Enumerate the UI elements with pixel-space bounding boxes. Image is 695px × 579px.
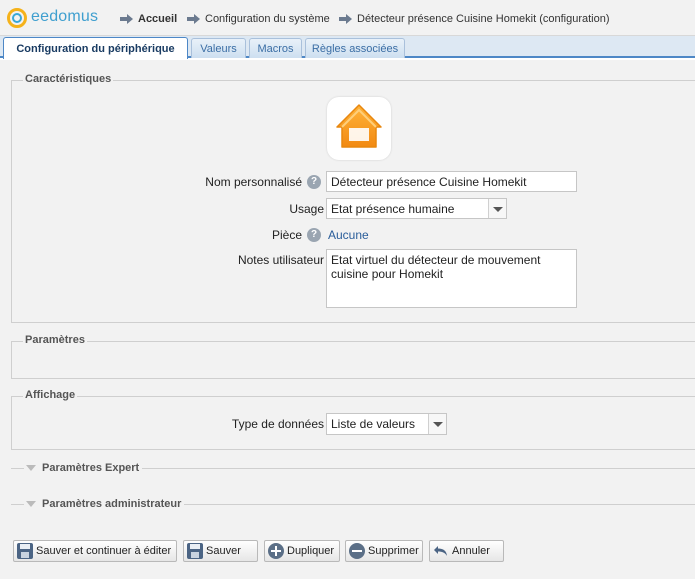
device-icon-tile <box>327 97 391 160</box>
tab-device-configuration[interactable]: Configuration du périphérique <box>3 37 188 59</box>
admin-parameters-toggle[interactable]: Paramètres administrateur <box>11 498 695 510</box>
top-header: eedomus Accueil Configuration du système… <box>0 0 695 36</box>
arrow-right-icon <box>339 14 353 24</box>
logo-text: eedomus <box>31 8 99 25</box>
duplicate-button[interactable]: Dupliquer <box>264 540 340 562</box>
breadcrumb-home[interactable]: Accueil <box>120 12 177 26</box>
undo-arrow-icon <box>433 543 449 559</box>
usage-label: Usage <box>289 202 324 216</box>
floppy-disk-icon <box>17 543 33 559</box>
name-label: Nom personnalisé <box>205 175 302 189</box>
data-type-selected-value: Liste de valeurs <box>331 417 416 431</box>
logo-ring-icon <box>7 8 27 28</box>
data-type-select[interactable]: Liste de valeurs <box>326 413 447 435</box>
cancel-button[interactable]: Annuler <box>429 540 504 562</box>
breadcrumb-system-config[interactable]: Configuration du système <box>187 12 330 26</box>
usage-select[interactable]: Etat présence humaine <box>326 198 507 219</box>
usage-selected-value: Etat présence humaine <box>331 202 455 216</box>
parameters-legend: Paramètres <box>23 334 87 346</box>
arrow-right-icon <box>120 14 134 24</box>
notes-textarea[interactable]: Etat virtuel du détecteur de mouvement c… <box>326 249 577 308</box>
eedomus-logo[interactable]: eedomus <box>7 7 99 29</box>
breadcrumb-device-config[interactable]: Détecteur présence Cuisine Homekit (conf… <box>339 12 610 26</box>
plus-circle-icon <box>268 543 284 559</box>
floppy-disk-icon <box>187 543 203 559</box>
room-label: Pièce <box>271 228 302 242</box>
expert-parameters-label: Paramètres Expert <box>42 462 140 474</box>
name-input[interactable]: Détecteur présence Cuisine Homekit <box>326 171 577 192</box>
delete-button[interactable]: Supprimer <box>345 540 423 562</box>
data-type-label: Type de données <box>231 417 324 431</box>
home-icon <box>336 104 382 148</box>
room-link[interactable]: Aucune <box>328 228 369 242</box>
minus-circle-icon <box>349 543 365 559</box>
chevron-down-icon <box>488 199 506 218</box>
tab-associated-rules[interactable]: Règles associées <box>305 38 405 58</box>
triangle-down-icon <box>26 501 36 507</box>
tab-macros[interactable]: Macros <box>249 38 302 58</box>
chevron-down-icon <box>428 414 446 434</box>
notes-label: Notes utilisateur <box>237 253 324 267</box>
save-button[interactable]: Sauver <box>183 540 258 562</box>
characteristics-legend: Caractéristiques <box>23 73 114 85</box>
display-legend: Affichage <box>23 389 78 401</box>
parameters-section: Paramètres <box>11 334 695 379</box>
help-icon[interactable]: ? <box>307 175 321 189</box>
help-icon[interactable]: ? <box>307 228 321 242</box>
tab-bar: Configuration du périphérique Valeurs Ma… <box>0 36 695 59</box>
expert-parameters-toggle[interactable]: Paramètres Expert <box>11 462 695 474</box>
arrow-right-icon <box>187 14 201 24</box>
save-continue-button[interactable]: Sauver et continuer à éditer <box>13 540 177 562</box>
admin-parameters-label: Paramètres administrateur <box>42 498 182 510</box>
triangle-down-icon <box>26 465 36 471</box>
tab-values[interactable]: Valeurs <box>191 38 246 58</box>
